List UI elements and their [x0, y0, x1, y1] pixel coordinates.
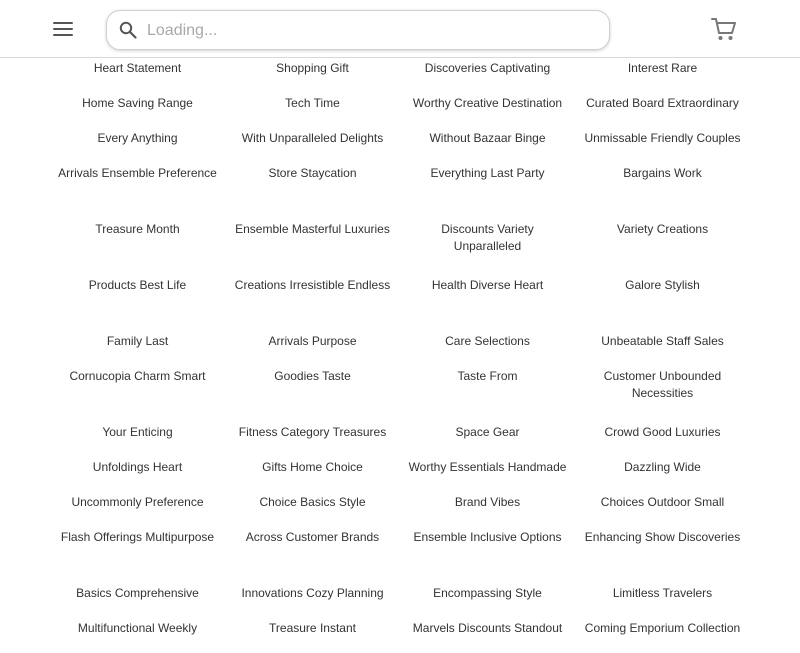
category-link[interactable]: Arrivals Ensemble Preference	[50, 163, 225, 219]
category-link[interactable]: Variety Creations	[575, 219, 750, 275]
category-link[interactable]: Crowd Good Luxuries	[575, 422, 750, 457]
category-link[interactable]: Multifunctional Weekly	[50, 618, 225, 653]
category-link[interactable]: Family Last	[50, 331, 225, 366]
category-link[interactable]: Discounts Variety Unparalleled	[400, 219, 575, 275]
hamburger-menu-icon[interactable]	[50, 18, 76, 40]
category-link[interactable]: Innovations Cozy Planning	[225, 583, 400, 618]
category-link[interactable]: Enhancing Show Discoveries	[575, 527, 750, 583]
category-link[interactable]: Flash Offerings Multipurpose	[50, 527, 225, 583]
category-link[interactable]: Ensemble Masterful Luxuries	[225, 219, 400, 275]
category-link[interactable]: Shopping Gift	[225, 58, 400, 93]
category-link[interactable]: Care Selections	[400, 331, 575, 366]
category-grid: Heart Statement Shopping Gift Discoveries …	[50, 58, 750, 653]
category-link[interactable]: Treasure Instant	[225, 618, 400, 653]
category-link[interactable]: Interest Rare	[575, 58, 750, 93]
search-box	[106, 10, 610, 50]
category-link[interactable]: Health Diverse Heart	[400, 275, 575, 331]
category-link[interactable]: Store Staycation	[225, 163, 400, 219]
category-link[interactable]: Bargains Work	[575, 163, 750, 219]
category-link[interactable]: Creations Irresistible Endless	[225, 275, 400, 331]
category-link[interactable]: Limitless Travelers	[575, 583, 750, 618]
category-link[interactable]: Fitness Category Treasures	[225, 422, 400, 457]
category-link[interactable]: Every Anything	[50, 128, 225, 163]
category-link[interactable]: Heart Statement	[50, 58, 225, 93]
category-link[interactable]: Taste From	[400, 366, 575, 422]
category-link[interactable]: Across Customer Brands	[225, 527, 400, 583]
category-link[interactable]: Your Enticing	[50, 422, 225, 457]
category-link[interactable]: Cornucopia Charm Smart	[50, 366, 225, 422]
category-link[interactable]: Unfoldings Heart	[50, 457, 225, 492]
category-link[interactable]: Products Best Life	[50, 275, 225, 331]
category-link[interactable]: Tech Time	[225, 93, 400, 128]
category-link[interactable]: Uncommonly Preference	[50, 492, 225, 527]
menu-bar	[53, 34, 73, 36]
menu-bar	[53, 22, 73, 24]
category-link[interactable]: Worthy Creative Destination	[400, 93, 575, 128]
menu-bar	[53, 28, 73, 30]
category-link[interactable]: Space Gear	[400, 422, 575, 457]
category-link[interactable]: Coming Emporium Collection	[575, 618, 750, 653]
search-icon[interactable]	[119, 21, 137, 39]
category-link[interactable]: Gifts Home Choice	[225, 457, 400, 492]
category-link[interactable]: Unmissable Friendly Couples	[575, 128, 750, 163]
category-link[interactable]: Galore Stylish	[575, 275, 750, 331]
category-link[interactable]: Encompassing Style	[400, 583, 575, 618]
top-header	[0, 0, 800, 58]
category-link[interactable]: Brand Vibes	[400, 492, 575, 527]
category-link[interactable]: Without Bazaar Binge	[400, 128, 575, 163]
category-link[interactable]: Arrivals Purpose	[225, 331, 400, 366]
shopping-cart-icon[interactable]	[710, 15, 738, 43]
category-link[interactable]: Everything Last Party	[400, 163, 575, 219]
category-link[interactable]: Customer Unbounded Necessities	[575, 366, 750, 422]
category-link[interactable]: Curated Board Extraordinary	[575, 93, 750, 128]
category-link[interactable]: Unbeatable Staff Sales	[575, 331, 750, 366]
category-link[interactable]: Discoveries Captivating	[400, 58, 575, 93]
category-link[interactable]: Choice Basics Style	[225, 492, 400, 527]
category-link[interactable]: Treasure Month	[50, 219, 225, 275]
category-link[interactable]: Worthy Essentials Handmade	[400, 457, 575, 492]
category-link[interactable]: Choices Outdoor Small	[575, 492, 750, 527]
category-link[interactable]: Ensemble Inclusive Options	[400, 527, 575, 583]
category-link[interactable]: With Unparalleled Delights	[225, 128, 400, 163]
search-input[interactable]	[145, 15, 599, 47]
category-link[interactable]: Home Saving Range	[50, 93, 225, 128]
category-link[interactable]: Dazzling Wide	[575, 457, 750, 492]
category-link[interactable]: Basics Comprehensive	[50, 583, 225, 618]
category-link[interactable]: Marvels Discounts Standout	[400, 618, 575, 653]
category-link[interactable]: Goodies Taste	[225, 366, 400, 422]
